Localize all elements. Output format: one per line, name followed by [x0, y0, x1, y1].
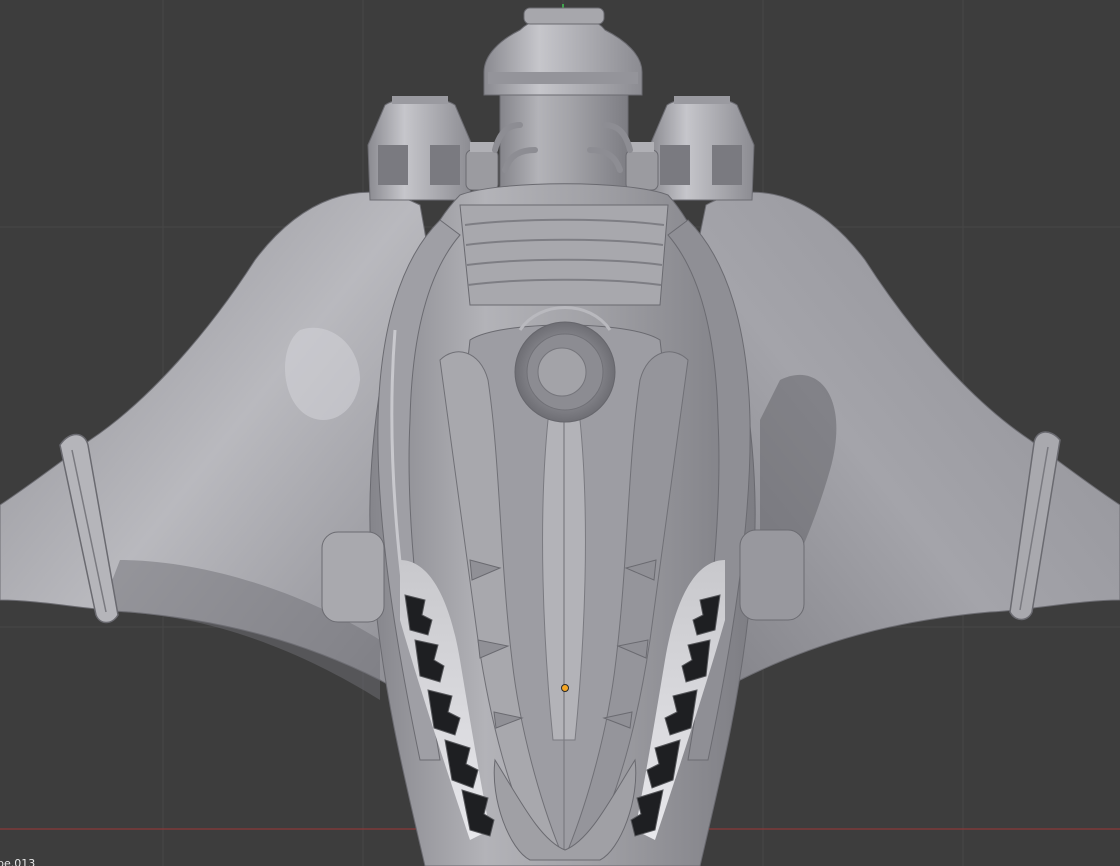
right-side-block[interactable] [739, 529, 805, 621]
spaceship-model[interactable] [0, 7, 1120, 866]
active-object-name: lpe.013 [0, 857, 36, 866]
left-side-block[interactable] [321, 531, 385, 623]
viewport-scene[interactable] [0, 0, 1120, 866]
right-engine-pod[interactable] [649, 96, 755, 201]
ribbed-neck[interactable] [459, 204, 669, 306]
origin-point-icon[interactable] [561, 684, 569, 692]
3d-viewport[interactable]: lpe.013 [0, 0, 1120, 866]
left-engine-pod[interactable] [367, 96, 473, 201]
